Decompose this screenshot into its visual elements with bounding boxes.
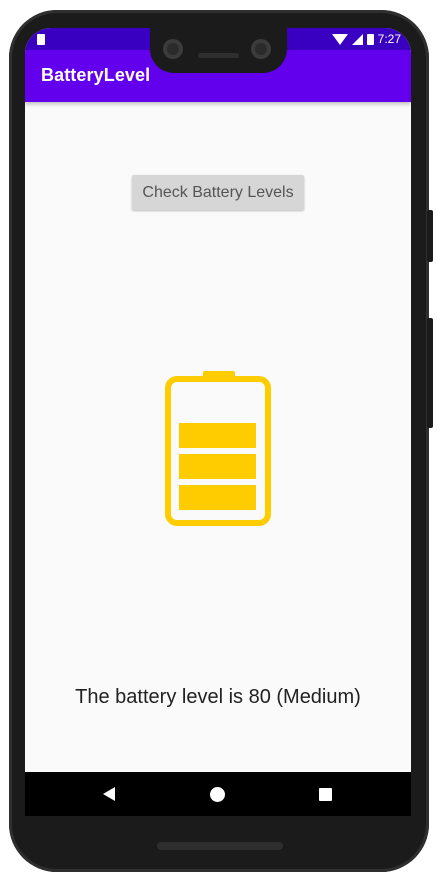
back-icon[interactable]: [103, 787, 115, 801]
navigation-bar: [25, 772, 411, 816]
check-battery-button[interactable]: Check Battery Levels: [132, 175, 304, 210]
battery-level-text: The battery level is 80 (Medium): [75, 686, 361, 708]
status-time: 7:27: [377, 32, 401, 46]
app-title: BatteryLevel: [41, 65, 151, 85]
home-icon[interactable]: [210, 787, 225, 802]
power-button: [427, 210, 433, 262]
volume-button: [427, 318, 433, 428]
camera-notch: [150, 28, 287, 73]
battery-status-icon: [366, 33, 374, 45]
wifi-icon: [331, 33, 348, 45]
battery-icon: [165, 371, 271, 526]
signal-icon: [351, 33, 363, 45]
battery-bar-2: [179, 454, 256, 479]
bottom-speaker: [157, 842, 283, 850]
front-camera-icon: [251, 39, 271, 59]
earpiece-speaker: [198, 53, 239, 58]
recent-apps-icon[interactable]: [319, 788, 332, 801]
front-camera-icon: [163, 39, 183, 59]
status-icons: 7:27: [331, 31, 401, 47]
sd-card-icon: [37, 34, 45, 45]
battery-bar-3: [179, 485, 256, 510]
screen: 7:27 BatteryLevel Check Battery Levels T…: [25, 28, 411, 816]
battery-bar-1: [179, 423, 256, 448]
